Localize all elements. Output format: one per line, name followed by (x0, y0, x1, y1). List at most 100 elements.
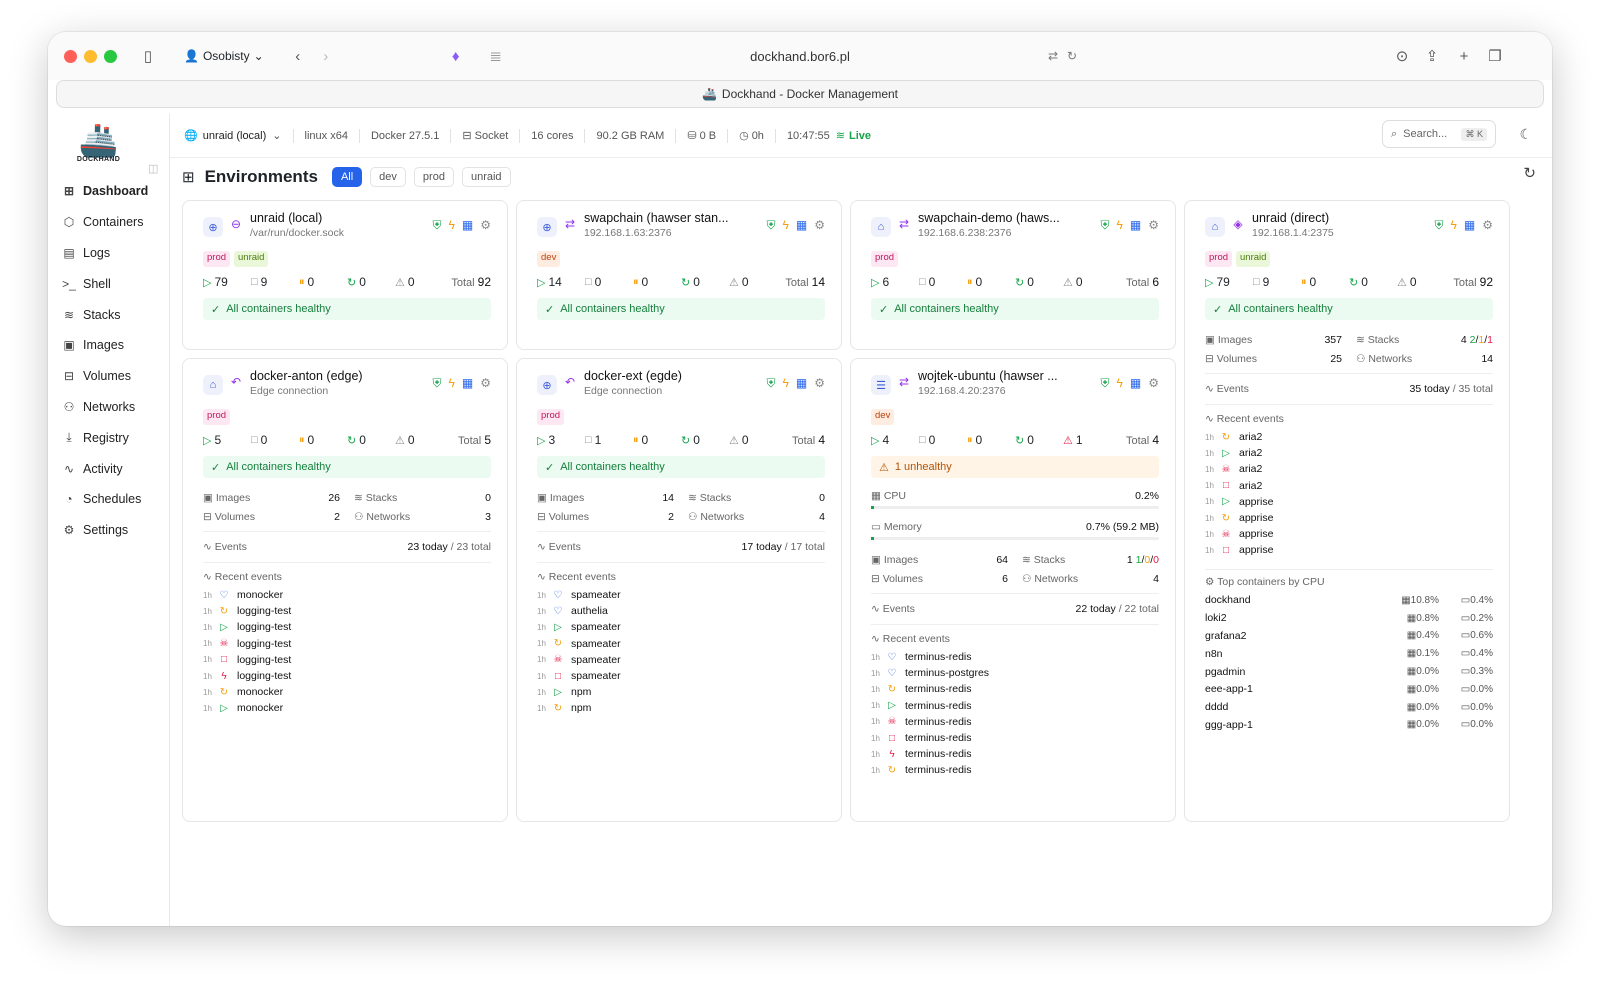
top-container-row[interactable]: n8n ▦0.1% ▭0.4% (1205, 645, 1493, 663)
cpu-icon[interactable]: ▦ (1464, 218, 1475, 233)
shield-icon[interactable]: ⛨ (1101, 218, 1110, 233)
event-row[interactable]: 1h □ spameater (537, 668, 825, 684)
sidebar-item-networks[interactable]: ⚇ Networks (48, 392, 169, 423)
new-tab-icon[interactable]: + (1454, 46, 1474, 66)
cpu-icon[interactable]: ▦ (462, 376, 473, 391)
event-row[interactable]: 1h ☠ logging-test (203, 636, 491, 652)
download-icon[interactable]: ⊙ (1392, 46, 1412, 66)
event-row[interactable]: 1h ↻ npm (537, 700, 825, 716)
cpu-icon[interactable]: ▦ (462, 218, 473, 233)
event-row[interactable]: 1h ♡ spameater (537, 587, 825, 603)
sidebar-item-activity[interactable]: ∿ Activity (48, 453, 169, 484)
share-icon[interactable]: ⇪ (1422, 46, 1442, 66)
gear-icon[interactable]: ⚙ (814, 218, 825, 233)
event-row[interactable]: 1h ↻ logging-test (203, 603, 491, 619)
chevron-down-icon[interactable]: ⌄ (272, 129, 281, 142)
sidebar-item-images[interactable]: ▣ Images (48, 330, 169, 361)
address-bar[interactable]: dockhand.bor6.pl (750, 49, 850, 64)
sidebar-item-volumes[interactable]: ⊟ Volumes (48, 361, 169, 392)
event-row[interactable]: 1h □ apprise (1205, 542, 1493, 558)
filter-dev[interactable]: dev (370, 167, 406, 187)
activity-icon[interactable]: ϟ (1451, 218, 1457, 233)
theme-toggle-icon[interactable]: ☾ (1519, 126, 1532, 143)
top-container-row[interactable]: ggg-app-1 ▦0.0% ▭0.0% (1205, 716, 1493, 734)
event-row[interactable]: 1h ↻ terminus-redis (871, 762, 1159, 778)
shield-icon[interactable]: ⛨ (433, 376, 442, 391)
event-row[interactable]: 1h ☠ terminus-redis (871, 714, 1159, 730)
cpu-icon[interactable]: ▦ (796, 218, 807, 233)
event-row[interactable]: 1h ▷ aria2 (1205, 445, 1493, 461)
zoom-window-button[interactable] (104, 49, 117, 63)
event-row[interactable]: 1h □ logging-test (203, 652, 491, 668)
sidebar-item-schedules[interactable]: ◔ Schedules (48, 484, 169, 515)
event-row[interactable]: 1h ♡ terminus-postgres (871, 665, 1159, 681)
extension-icon[interactable]: ♦ (446, 46, 466, 66)
top-container-row[interactable]: pgadmin ▦0.0% ▭0.3% (1205, 663, 1493, 681)
filter-prod[interactable]: prod (413, 167, 454, 187)
shield-icon[interactable]: ⛨ (767, 218, 776, 233)
sidebar-item-settings[interactable]: ⚙ Settings (48, 515, 169, 546)
profile-selector[interactable]: 👤 Osobisty ⌄ (174, 45, 274, 67)
sidebar-item-stacks[interactable]: ≋ Stacks (48, 299, 169, 330)
collapse-sidebar-icon[interactable]: ◫ (148, 162, 158, 175)
event-row[interactable]: 1h ↻ aria2 (1205, 429, 1493, 445)
filter-all[interactable]: All (331, 167, 363, 187)
activity-icon[interactable]: ϟ (449, 376, 455, 391)
filter-unraid[interactable]: unraid (461, 167, 511, 187)
activity-icon[interactable]: ϟ (1117, 218, 1123, 233)
event-row[interactable]: 1h □ aria2 (1205, 478, 1493, 494)
sidebar-item-containers[interactable]: ⬡ Containers (48, 207, 169, 238)
event-row[interactable]: 1h ϟ logging-test (203, 668, 491, 684)
back-icon[interactable]: ‹ (288, 46, 308, 66)
top-container-row[interactable]: dddd ▦0.0% ▭0.0% (1205, 698, 1493, 716)
sidebar-toggle-icon[interactable]: ▯ (138, 46, 158, 66)
environment-card[interactable]: ☰ ⇄ wojtek-ubuntu (hawser ... 192.168.4.20:… (850, 358, 1176, 822)
gear-icon[interactable]: ⚙ (1482, 218, 1493, 233)
gear-icon[interactable]: ⚙ (1148, 376, 1159, 391)
event-row[interactable]: 1h ☠ spameater (537, 652, 825, 668)
event-row[interactable]: 1h ☠ apprise (1205, 526, 1493, 542)
event-row[interactable]: 1h ♡ monocker (203, 587, 491, 603)
environment-card[interactable]: ⌂ ◈ unraid (direct) 192.168.1.4:2375 ⛨ ϟ ▦ ⚙ pro… (1184, 200, 1510, 822)
event-row[interactable]: 1h ϟ terminus-redis (871, 746, 1159, 762)
cpu-icon[interactable]: ▦ (1130, 376, 1141, 391)
translate-icon[interactable]: ⇄ (1043, 46, 1063, 66)
refresh-icon[interactable]: ↻ (1523, 164, 1536, 182)
environment-card[interactable]: ⌂ ↶ docker-anton (edge) Edge connection ⛨ ϟ ▦ ⚙… (182, 358, 508, 822)
tabs-overview-icon[interactable]: ❐ (1485, 46, 1505, 66)
event-row[interactable]: 1h ↻ apprise (1205, 510, 1493, 526)
top-container-row[interactable]: eee-app-1 ▦0.0% ▭0.0% (1205, 680, 1493, 698)
shield-icon[interactable]: ⛨ (767, 376, 776, 391)
shield-icon[interactable]: ⛨ (1101, 376, 1110, 391)
top-container-row[interactable]: dockhand ▦10.8% ▭0.4% (1205, 592, 1493, 610)
sidebar-item-registry[interactable]: ⤓ Registry (48, 422, 169, 453)
event-row[interactable]: 1h ▷ npm (537, 684, 825, 700)
sidebar-item-dashboard[interactable]: ⊞ Dashboard (48, 176, 169, 207)
activity-icon[interactable]: ϟ (449, 218, 455, 233)
gear-icon[interactable]: ⚙ (480, 218, 491, 233)
sidebar-item-logs[interactable]: ▤ Logs (48, 238, 169, 269)
event-row[interactable]: 1h ♡ terminus-redis (871, 649, 1159, 665)
activity-icon[interactable]: ϟ (1117, 376, 1123, 391)
close-window-button[interactable] (64, 49, 77, 63)
environment-selector[interactable]: unraid (local) (203, 130, 267, 142)
sidebar-item-shell[interactable]: >_ Shell (48, 268, 169, 299)
event-row[interactable]: 1h ↻ terminus-redis (871, 681, 1159, 697)
event-row[interactable]: 1h ☠ aria2 (1205, 461, 1493, 477)
top-container-row[interactable]: grafana2 ▦0.4% ▭0.6% (1205, 627, 1493, 645)
gear-icon[interactable]: ⚙ (814, 376, 825, 391)
gear-icon[interactable]: ⚙ (480, 376, 491, 391)
event-row[interactable]: 1h ▷ spameater (537, 619, 825, 635)
activity-icon[interactable]: ϟ (783, 218, 789, 233)
environment-card[interactable]: ⌂ ⇄ swapchain-demo (haws... 192.168.6.238:2… (850, 200, 1176, 350)
search-input[interactable]: ⌕ Search... ⌘ K (1382, 120, 1496, 148)
environment-card[interactable]: ⊕ ⊖ unraid (local) /var/run/docker.sock ⛨ ϟ ▦ ⚙… (182, 200, 508, 350)
event-row[interactable]: 1h ▷ terminus-redis (871, 698, 1159, 714)
event-row[interactable]: 1h □ terminus-redis (871, 730, 1159, 746)
reader-icon[interactable]: ≣ (486, 46, 506, 66)
forward-icon[interactable]: › (316, 46, 336, 66)
gear-icon[interactable]: ⚙ (1148, 218, 1159, 233)
cpu-icon[interactable]: ▦ (796, 376, 807, 391)
event-row[interactable]: 1h ♡ authelia (537, 603, 825, 619)
reload-icon[interactable]: ↻ (1062, 46, 1082, 66)
